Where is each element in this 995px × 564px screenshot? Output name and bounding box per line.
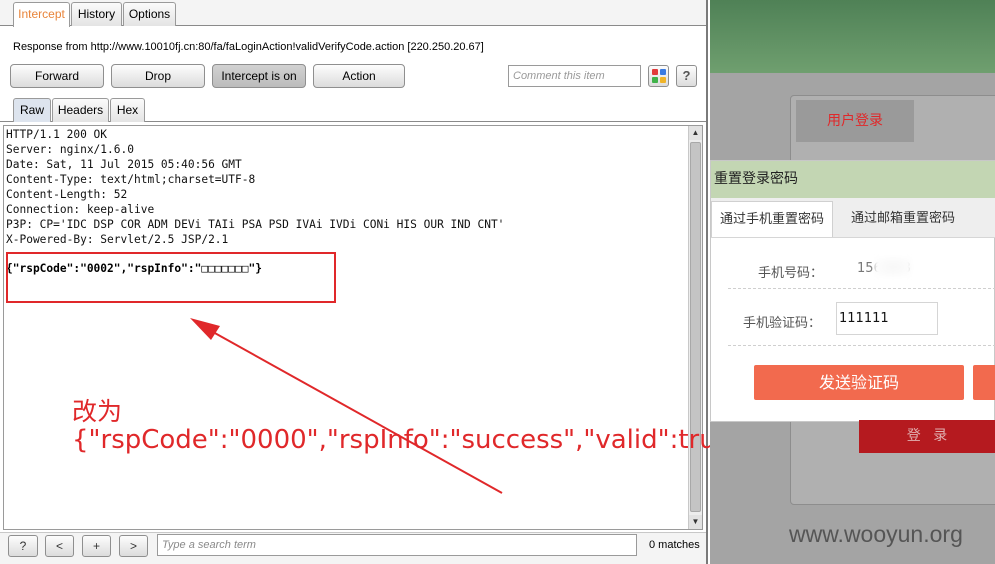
annotation-new-response: {"rspCode":"0000","rspInfo":"success","v…	[72, 425, 749, 455]
search-input[interactable]: Type a search term	[157, 534, 637, 556]
editor-scrollbar[interactable]: ▲ ▼	[688, 126, 702, 529]
login-button[interactable]: 登 录	[859, 420, 995, 453]
response-editor[interactable]: HTTP/1.1 200 OK Server: nginx/1.6.0 Date…	[3, 125, 703, 530]
highlight-color-icon[interactable]	[648, 65, 669, 87]
scrollbar-thumb[interactable]	[690, 142, 701, 512]
tab-headers[interactable]: Headers	[52, 98, 109, 122]
scroll-down-icon[interactable]: ▼	[689, 515, 702, 529]
forward-button[interactable]: Forward	[10, 64, 104, 88]
highlight-box	[6, 252, 336, 303]
tab-options[interactable]: Options	[123, 2, 176, 26]
search-help-button[interactable]: ?	[8, 535, 38, 557]
reset-method-tabs: 通过手机重置密码 通过邮箱重置密码	[711, 198, 995, 238]
response-from-label: Response from http://www.10010fj.cn:80/f…	[13, 41, 484, 53]
phone-redaction	[874, 257, 912, 277]
drop-button[interactable]: Drop	[111, 64, 205, 88]
tab-user-login[interactable]: 用户登录	[796, 100, 914, 142]
action-button[interactable]: Action	[313, 64, 405, 88]
divider	[728, 288, 995, 289]
add-search-button[interactable]: +	[82, 535, 111, 557]
verification-code-label: 手机验证码：	[743, 316, 822, 331]
tab-reset-by-phone[interactable]: 通过手机重置密码	[711, 201, 833, 237]
scroll-up-icon[interactable]: ▲	[689, 126, 702, 140]
reset-password-dialog: 重置登录密码 通过手机重置密码 通过邮箱重置密码 手机号码： 156 598 手…	[710, 160, 995, 422]
web-page-panel: 用户登录 重置登录密码 通过手机重置密码 通过邮箱重置密码 手机号码： 156 …	[710, 0, 995, 564]
comment-field[interactable]: Comment this item	[508, 65, 641, 87]
verification-code-input[interactable]: 111111	[836, 302, 938, 335]
dialog-title: 重置登录密码	[711, 161, 995, 198]
next-match-button[interactable]: >	[119, 535, 148, 557]
page-header-banner	[710, 0, 995, 73]
annotation-change-to: 改为	[72, 397, 123, 426]
phone-label: 手机号码：	[758, 266, 824, 281]
tab-history[interactable]: History	[71, 2, 122, 26]
send-code-button[interactable]: 发送验证码	[754, 365, 964, 400]
burp-proxy-panel: Intercept History Options Response from …	[0, 0, 748, 564]
message-view-tabs: Raw Headers Hex	[0, 97, 706, 122]
tab-raw[interactable]: Raw	[13, 98, 51, 122]
tab-intercept[interactable]: Intercept	[13, 2, 70, 27]
previous-match-button[interactable]: <	[45, 535, 74, 557]
intercept-toggle-button[interactable]: Intercept is on	[212, 64, 306, 88]
tab-reset-by-email[interactable]: 通过邮箱重置密码	[839, 201, 967, 237]
tab-hex[interactable]: Hex	[110, 98, 145, 122]
submit-button-partial[interactable]	[973, 365, 995, 400]
proxy-tabs: Intercept History Options	[0, 0, 706, 27]
response-headers-text: HTTP/1.1 200 OK Server: nginx/1.6.0 Date…	[6, 128, 505, 246]
match-count: 0 matches	[649, 539, 700, 551]
help-button[interactable]: ?	[676, 65, 697, 87]
wooyun-watermark: www.wooyun.org	[789, 521, 963, 547]
divider	[728, 345, 995, 346]
